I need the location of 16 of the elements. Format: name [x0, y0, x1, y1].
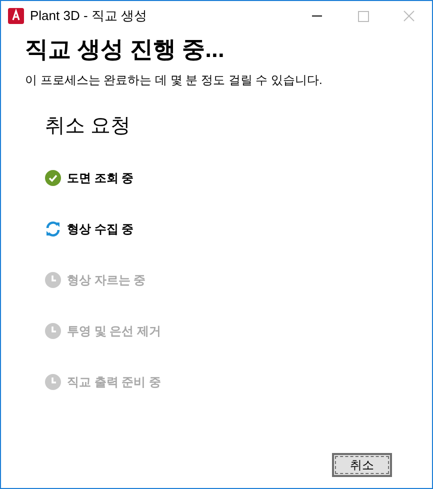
description-text: 이 프로세스는 완료하는 데 몇 분 정도 걸릴 수 있습니다.: [25, 72, 324, 89]
clock-icon: [45, 374, 61, 390]
clock-icon: [45, 272, 61, 288]
dialog-heading: 직교 생성 진행 중...: [25, 35, 226, 63]
window-title: Plant 3D - 직교 생성: [30, 7, 148, 26]
step-label: 형상 자르는 중: [67, 272, 146, 289]
step-label: 도면 조회 중: [67, 170, 134, 187]
step-label: 투영 및 은선 제거: [67, 323, 162, 340]
cancel-request-label: 취소 요청: [44, 114, 132, 139]
step-label: 형상 수집 중: [67, 221, 134, 238]
check-icon: [45, 170, 61, 186]
refresh-icon: [45, 221, 61, 237]
app-logo-icon: [8, 8, 24, 24]
cancel-button[interactable]: 취소: [332, 453, 392, 477]
clock-icon: [45, 323, 61, 339]
step-label: 직교 출력 준비 중: [67, 374, 162, 391]
